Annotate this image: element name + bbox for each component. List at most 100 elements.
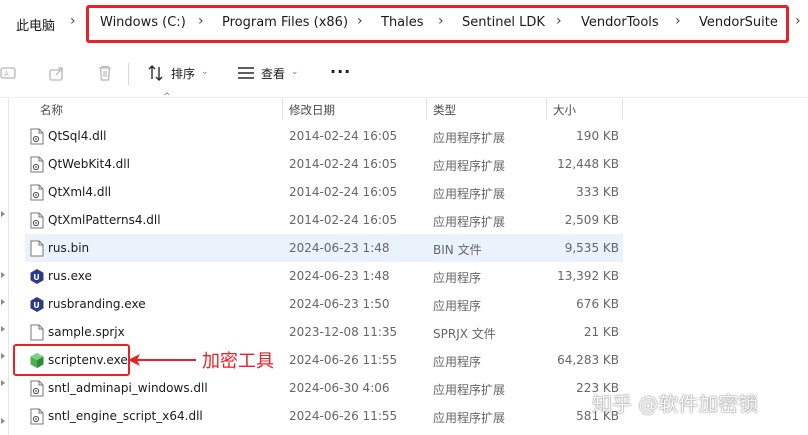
file-row[interactable]: sntl_adminapi_windows.dll 2024-06-30 4:0… — [25, 374, 623, 402]
column-header-name[interactable]: 名称 — [40, 102, 63, 118]
file-row[interactable]: sntl_engine_script_x64.dll 2024-06-26 11… — [25, 402, 623, 430]
expand-arrow-icon[interactable] — [1, 418, 5, 424]
sort-button-label[interactable]: 排序 — [171, 65, 195, 82]
dll-file-icon — [29, 408, 45, 425]
rus-app-icon: U — [29, 296, 45, 313]
column-header-row: ^ 名称 修改日期 类型 大小 — [10, 92, 808, 120]
breadcrumb-thales[interactable]: Thales — [381, 15, 424, 30]
delete-icon[interactable] — [96, 64, 114, 82]
file-name[interactable]: rus.exe — [48, 269, 92, 283]
address-bar[interactable]: 此电脑 › Windows (C:) › Program Files (x86)… — [0, 0, 808, 48]
expand-arrow-icon[interactable] — [1, 353, 5, 359]
file-name[interactable]: QtXmlPatterns4.dll — [48, 213, 161, 227]
file-type: 应用程序 — [433, 299, 482, 313]
chevron-right-icon[interactable]: › — [357, 13, 363, 29]
column-header-size[interactable]: 大小 — [553, 102, 576, 118]
file-name[interactable]: rusbranding.exe — [48, 297, 146, 311]
chevron-right-icon[interactable]: › — [795, 13, 801, 29]
file-size: 21 KB — [583, 325, 619, 339]
file-date: 2014-02-24 16:05 — [289, 129, 398, 143]
column-divider[interactable] — [282, 98, 283, 120]
file-size: 9,535 KB — [564, 241, 619, 255]
view-icon[interactable] — [237, 64, 255, 82]
expand-arrow-icon[interactable] — [1, 380, 5, 386]
chevron-right-icon[interactable]: › — [675, 13, 681, 29]
breadcrumb-root-this-pc[interactable]: 此电脑 — [16, 15, 55, 34]
dll-file-icon — [29, 128, 45, 145]
dll-file-icon — [29, 156, 45, 173]
svg-text:A: A — [4, 70, 9, 78]
column-header-type[interactable]: 类型 — [433, 102, 456, 118]
file-name[interactable]: QtSql4.dll — [48, 129, 106, 143]
rus-app-icon: U — [29, 268, 45, 285]
file-row[interactable]: U rusbranding.exe 2024-06-23 1:50 应用程序 6… — [25, 290, 623, 318]
file-name[interactable]: sample.sprjx — [48, 325, 125, 339]
chevron-right-icon[interactable]: › — [198, 13, 204, 29]
chevron-right-icon[interactable]: › — [438, 13, 444, 29]
file-name[interactable]: sntl_adminapi_windows.dll — [48, 381, 208, 395]
file-name[interactable]: QtXml4.dll — [48, 185, 111, 199]
file-size: 676 KB — [576, 297, 619, 311]
file-date: 2024-06-23 1:50 — [289, 297, 390, 311]
breadcrumb-program-files-x86[interactable]: Program Files (x86) — [222, 15, 348, 30]
chevron-right-icon[interactable]: › — [70, 13, 76, 29]
file-date: 2014-02-24 16:05 — [289, 213, 398, 227]
expand-arrow-icon[interactable] — [1, 299, 5, 305]
breadcrumb-windows-c[interactable]: Windows (C:) — [100, 15, 186, 30]
file-type: 应用程序 — [433, 271, 482, 285]
more-options-button[interactable]: ··· — [330, 62, 351, 81]
blank-file-icon — [29, 240, 45, 257]
file-row[interactable]: QtSql4.dll 2014-02-24 16:05 应用程序扩展 190 K… — [25, 122, 623, 150]
sort-icon[interactable] — [147, 64, 165, 82]
column-divider[interactable] — [546, 98, 547, 120]
file-row[interactable]: QtXml4.dll 2014-02-24 16:05 应用程序扩展 333 K… — [25, 178, 623, 206]
chevron-down-icon[interactable]: ⌄ — [201, 67, 209, 77]
file-date: 2024-06-26 11:55 — [289, 353, 398, 367]
file-date: 2024-06-23 1:48 — [289, 269, 390, 283]
expand-arrow-icon[interactable] — [1, 211, 5, 217]
column-divider[interactable] — [622, 98, 623, 120]
file-date: 2014-02-24 16:05 — [289, 185, 398, 199]
navigation-pane[interactable] — [0, 98, 9, 435]
svg-text:U: U — [33, 301, 40, 310]
toolbar-divider — [128, 63, 129, 85]
file-date: 2024-06-23 1:48 — [289, 241, 390, 255]
file-size: 13,392 KB — [557, 269, 619, 283]
column-header-date[interactable]: 修改日期 — [289, 102, 335, 118]
expand-arrow-icon[interactable] — [1, 326, 5, 332]
file-size: 64,283 KB — [557, 353, 619, 367]
breadcrumb-sentinel-ldk[interactable]: Sentinel LDK — [462, 15, 545, 30]
file-row[interactable]: U rus.exe 2024-06-23 1:48 应用程序 13,392 KB — [25, 262, 623, 290]
file-name[interactable]: QtWebKit4.dll — [48, 157, 130, 171]
blank-file-icon — [29, 324, 45, 341]
file-row[interactable]: QtXmlPatterns4.dll 2014-02-24 16:05 应用程序… — [25, 206, 623, 234]
file-size: 12,448 KB — [557, 157, 619, 171]
annotation-arrow-icon — [128, 354, 196, 366]
dll-file-icon — [29, 212, 45, 229]
breadcrumb-vendorsuite[interactable]: VendorSuite — [699, 15, 778, 30]
breadcrumb-vendortools[interactable]: VendorTools — [581, 15, 659, 30]
dll-file-icon — [29, 184, 45, 201]
chevron-down-icon[interactable]: ⌄ — [291, 67, 299, 77]
file-date: 2024-06-26 11:55 — [289, 409, 398, 423]
file-name[interactable]: sntl_engine_script_x64.dll — [48, 409, 203, 423]
dll-file-icon — [29, 380, 45, 397]
file-name[interactable]: rus.bin — [48, 241, 89, 255]
column-divider[interactable] — [426, 98, 427, 120]
view-button-label[interactable]: 查看 — [261, 65, 285, 82]
file-row[interactable]: QtWebKit4.dll 2014-02-24 16:05 应用程序扩展 12… — [25, 150, 623, 178]
rename-icon[interactable]: A — [0, 64, 18, 82]
file-date: 2023-12-08 11:35 — [289, 325, 398, 339]
expand-arrow-icon[interactable] — [1, 272, 5, 278]
file-row[interactable]: rus.bin 2024-06-23 1:48 BIN 文件 9,535 KB — [25, 234, 623, 262]
file-size: 2,509 KB — [564, 213, 619, 227]
chevron-right-icon[interactable]: › — [556, 13, 562, 29]
svg-text:U: U — [33, 273, 40, 282]
sort-ascending-icon: ^ — [163, 92, 171, 102]
annotation-highlight-box — [13, 344, 130, 376]
share-icon[interactable] — [48, 64, 66, 82]
command-bar: A 排序 ⌄ 查看 ⌄ ··· — [0, 48, 808, 98]
file-type: 应用程序 — [433, 355, 482, 369]
file-size: 190 KB — [576, 129, 619, 143]
file-row[interactable]: sample.sprjx 2023-12-08 11:35 SPRJX 文件 2… — [25, 318, 623, 346]
